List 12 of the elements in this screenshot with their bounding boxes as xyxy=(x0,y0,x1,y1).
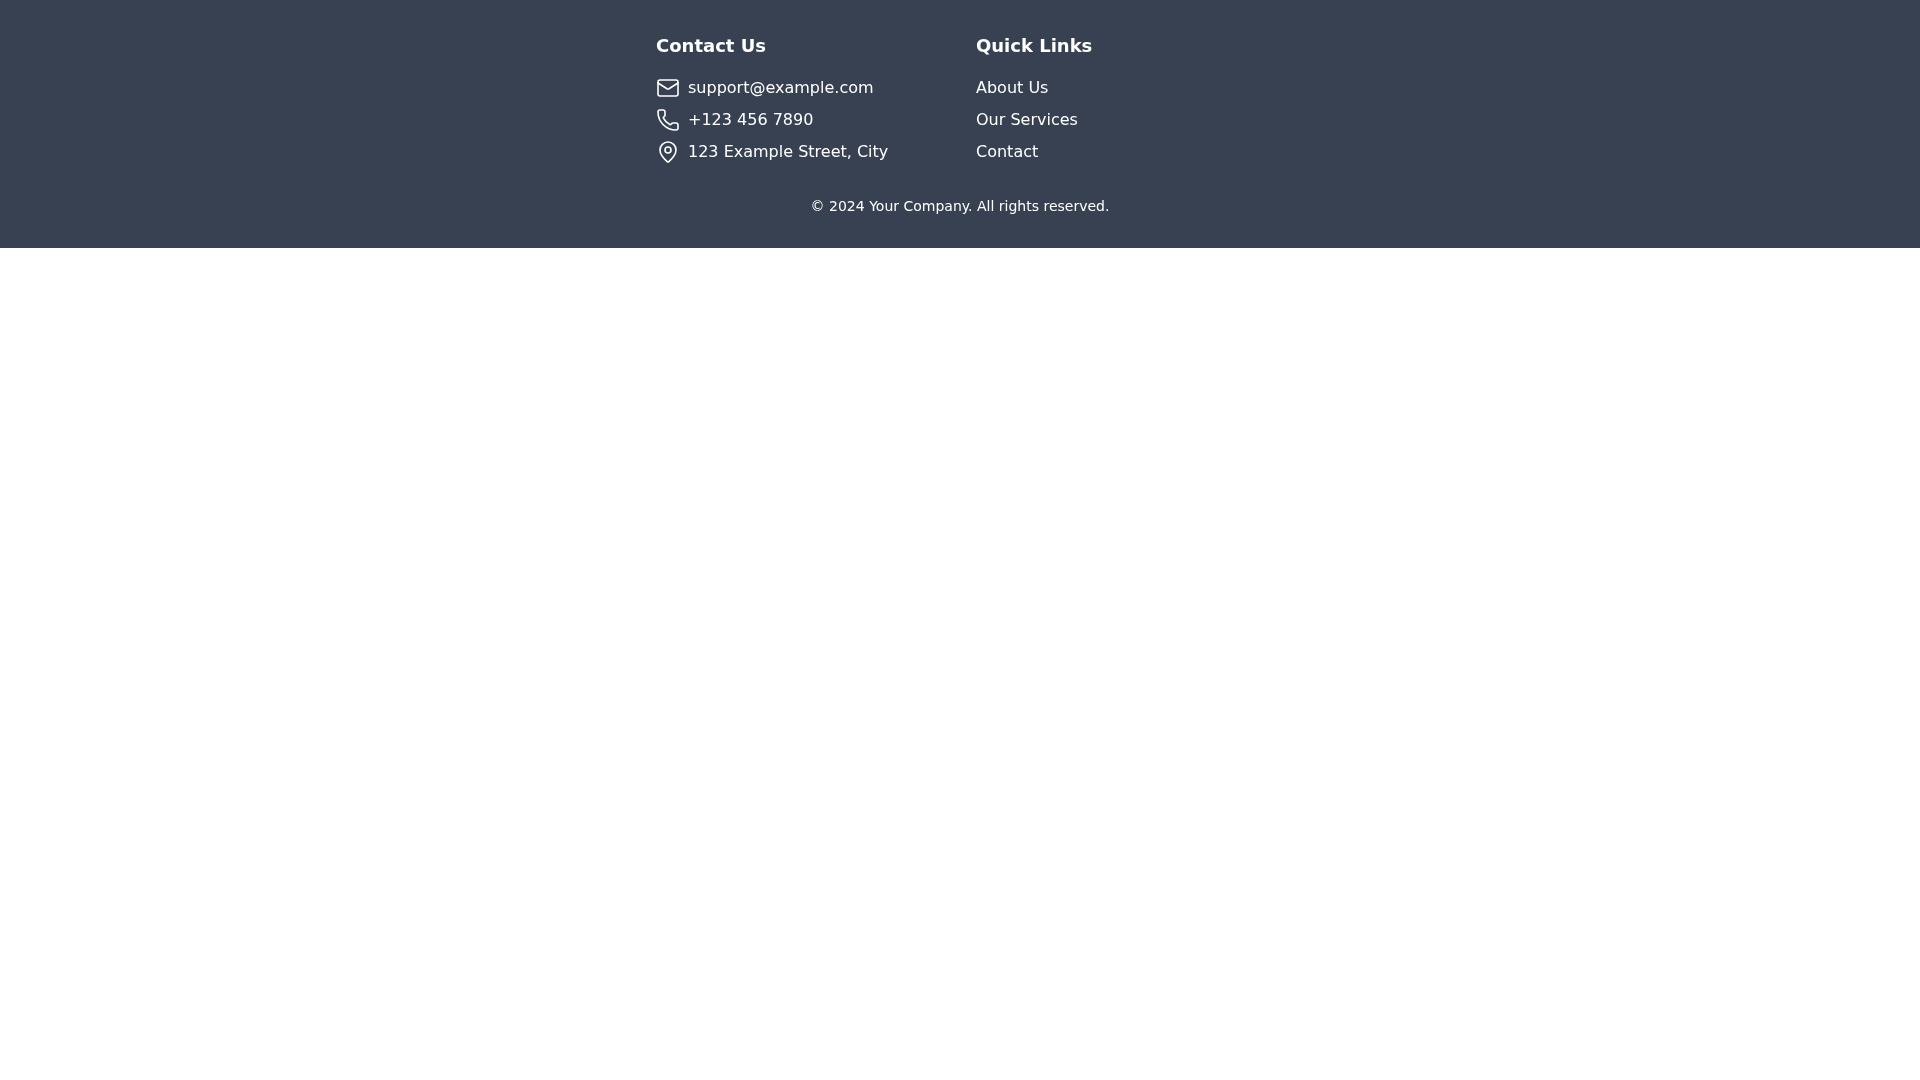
footer-link[interactable]: Our Services xyxy=(976,108,1078,132)
map-pin-icon xyxy=(656,140,680,164)
footer-link[interactable]: Contact xyxy=(976,140,1039,164)
section-heading: Contact Us xyxy=(656,34,767,58)
contact-text: 123 Example Street, City xyxy=(688,141,889,163)
phone-icon xyxy=(656,108,680,132)
contact-text: support@example.com xyxy=(688,77,874,99)
contact-text: +123 456 7890 xyxy=(688,109,814,131)
footer-link[interactable]: About Us xyxy=(976,76,1049,100)
section-heading: Quick Links xyxy=(976,34,1094,58)
mail-icon xyxy=(656,76,680,100)
copyright-text: © 2024 Your Company. All rights reserved. xyxy=(809,197,1111,216)
